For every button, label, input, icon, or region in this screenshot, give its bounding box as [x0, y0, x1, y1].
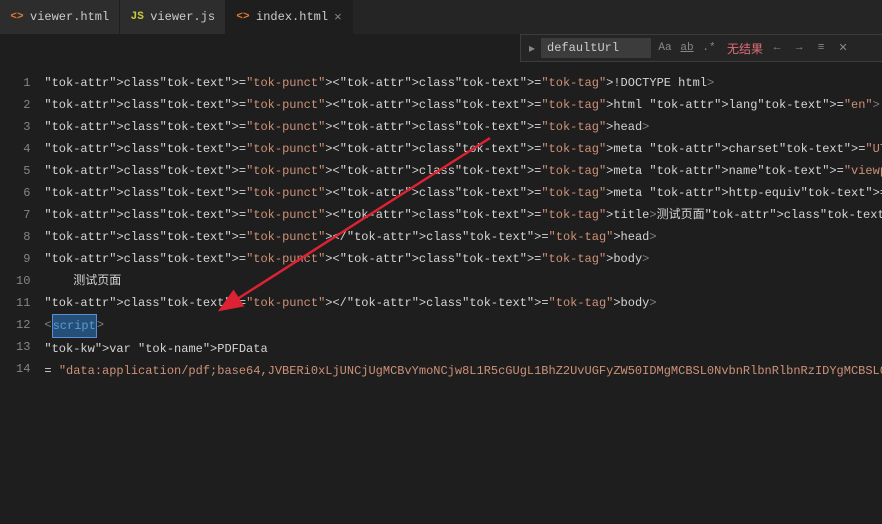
- regex-icon[interactable]: .*: [701, 40, 717, 56]
- code-line[interactable]: "tok-attr">class"tok-text">="tok-punct">…: [44, 248, 882, 270]
- line-number: 7: [16, 204, 30, 226]
- tab-label: viewer.html: [30, 10, 109, 24]
- tab[interactable]: JS viewer.js: [120, 0, 226, 34]
- file-icon: <>: [10, 11, 24, 23]
- find-input[interactable]: [541, 38, 651, 58]
- line-number: 4: [16, 138, 30, 160]
- tab-label: index.html: [256, 10, 328, 24]
- code-line[interactable]: = "data:application/pdf;base64,JVBERi0xL…: [44, 360, 882, 382]
- tab[interactable]: <> viewer.html: [0, 0, 120, 34]
- find-expand-icon[interactable]: ▸: [529, 41, 535, 56]
- tab-label: viewer.js: [150, 10, 215, 24]
- line-number: 2: [16, 94, 30, 116]
- tabs-bar: <>viewer.htmlJSviewer.js<>index.html× ▶ …: [0, 0, 882, 34]
- find-prev-icon[interactable]: ←: [769, 40, 785, 56]
- code-line[interactable]: "tok-attr">class"tok-text">="tok-punct">…: [44, 94, 882, 116]
- main: <>viewer.htmlJSviewer.js<>index.html× ▶ …: [0, 0, 882, 524]
- code-line[interactable]: "tok-attr">class"tok-text">="tok-punct">…: [44, 116, 882, 138]
- line-number: 11: [16, 292, 30, 314]
- line-number: 3: [16, 116, 30, 138]
- code-line[interactable]: "tok-attr">class"tok-text">="tok-punct">…: [44, 182, 882, 204]
- whole-word-icon[interactable]: ab: [679, 40, 695, 56]
- editor[interactable]: 1234567891011121314 "tok-attr">class"tok…: [0, 62, 882, 524]
- find-close-icon[interactable]: ✕: [835, 40, 851, 56]
- code-line[interactable]: "tok-attr">class"tok-text">="tok-punct">…: [44, 160, 882, 182]
- line-number: 9: [16, 248, 30, 270]
- find-bar: ▸ Aa ab .* 无结果 ← → ≡ ✕: [520, 34, 882, 62]
- code-line[interactable]: "tok-attr">class"tok-text">="tok-punct">…: [44, 138, 882, 160]
- code-content[interactable]: "tok-attr">class"tok-text">="tok-punct">…: [44, 62, 882, 524]
- gutter: 1234567891011121314: [0, 62, 44, 524]
- find-next-icon[interactable]: →: [791, 40, 807, 56]
- line-number: 10: [16, 270, 30, 292]
- close-icon[interactable]: ×: [334, 10, 342, 25]
- file-icon: JS: [130, 11, 144, 23]
- line-number: 13: [16, 336, 30, 358]
- file-icon: <>: [236, 11, 250, 23]
- code-line[interactable]: "tok-attr">class"tok-text">="tok-punct">…: [44, 226, 882, 248]
- code-line[interactable]: 测试页面: [44, 270, 882, 292]
- line-number: 12: [16, 314, 30, 336]
- line-number: 6: [16, 182, 30, 204]
- find-selection-icon[interactable]: ≡: [813, 40, 829, 56]
- line-number: 5: [16, 160, 30, 182]
- code-line[interactable]: "tok-attr">class"tok-text">="tok-punct">…: [44, 292, 882, 314]
- match-case-icon[interactable]: Aa: [657, 40, 673, 56]
- code-line[interactable]: <script>: [44, 314, 882, 338]
- line-number: 1: [16, 72, 30, 94]
- code-line[interactable]: "tok-attr">class"tok-text">="tok-punct">…: [44, 204, 882, 226]
- line-number: 14: [16, 358, 30, 380]
- code-line[interactable]: "tok-attr">class"tok-text">="tok-punct">…: [44, 72, 882, 94]
- tab[interactable]: <> index.html ×: [226, 0, 353, 34]
- code-line[interactable]: "tok-kw">var "tok-name">PDFData: [44, 338, 882, 360]
- find-result-text: 无结果: [727, 40, 763, 57]
- line-number: 8: [16, 226, 30, 248]
